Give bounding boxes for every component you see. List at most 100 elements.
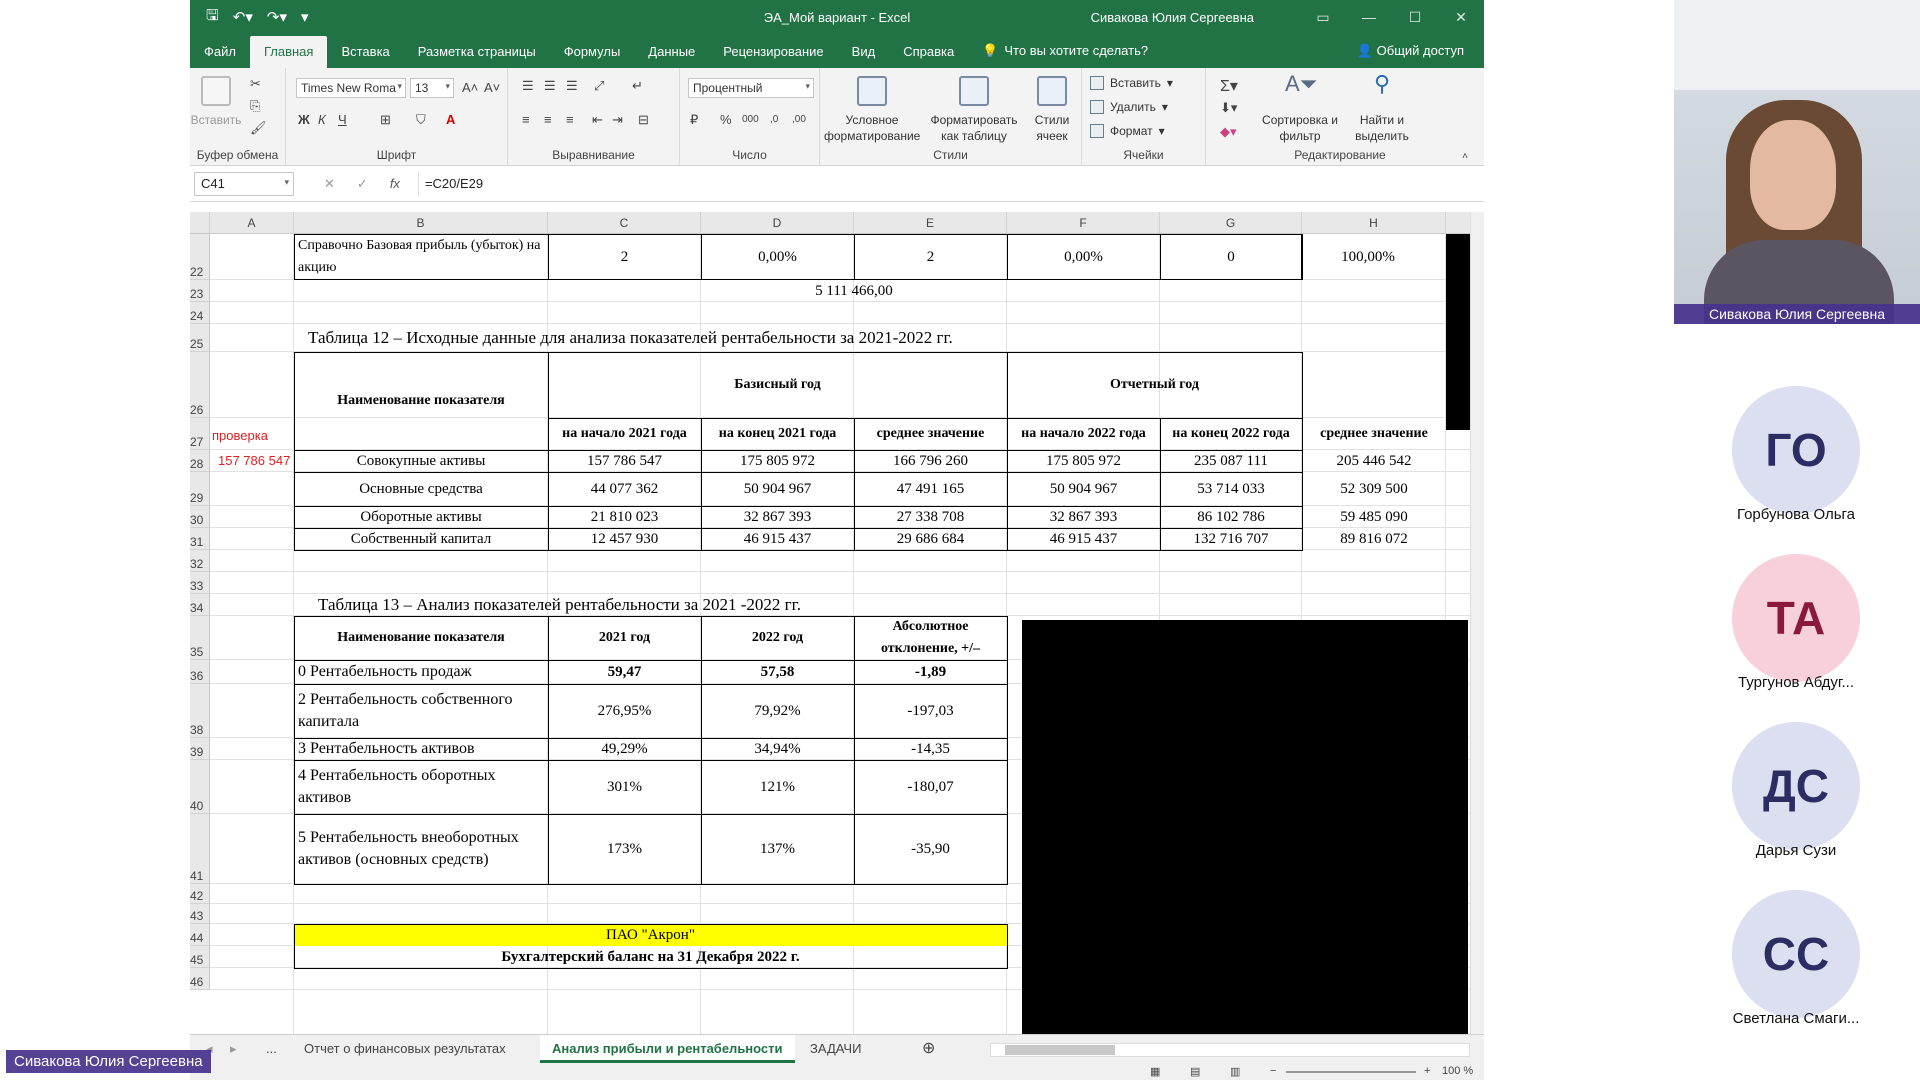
page-break-view-icon[interactable]: ▥: [1230, 1065, 1240, 1078]
redo-icon[interactable]: ↷▾: [267, 8, 287, 26]
avatar-participant-2[interactable]: ТА: [1732, 554, 1860, 682]
ribbon-display-icon[interactable]: ▭: [1300, 9, 1346, 26]
row-header-35[interactable]: 35: [190, 616, 210, 660]
paste-button[interactable]: Вставить: [190, 76, 242, 128]
table12-subheader-4[interactable]: на начало 2022 года: [1011, 418, 1156, 450]
name-box[interactable]: C41 ▾: [194, 171, 294, 196]
table12-cell[interactable]: 12 457 930: [548, 528, 701, 550]
cell-f22[interactable]: 0,00%: [1007, 234, 1160, 280]
bold-icon[interactable]: Ж: [298, 112, 310, 127]
table13-cell[interactable]: 301%: [548, 760, 701, 814]
avatar-participant-4[interactable]: СС: [1732, 890, 1860, 1018]
table12-header-name[interactable]: Наименование показателя: [294, 352, 548, 450]
align-middle-icon[interactable]: ☰: [544, 78, 556, 94]
table13-header-3[interactable]: 2022 год: [701, 616, 854, 660]
tab-view[interactable]: Вид: [838, 44, 890, 68]
row-header-27[interactable]: 27: [190, 418, 210, 450]
column-header-f[interactable]: F: [1007, 212, 1160, 234]
row-header-30[interactable]: 30: [190, 506, 210, 528]
wrap-text-icon[interactable]: ↵: [632, 78, 643, 94]
cut-icon[interactable]: ✂: [250, 76, 261, 92]
table13-cell[interactable]: -197,03: [854, 684, 1007, 738]
horizontal-scrollbar[interactable]: [990, 1043, 1470, 1057]
table12-row-name[interactable]: Основные средства: [294, 472, 548, 506]
table13-cell[interactable]: 79,92%: [701, 684, 854, 738]
table12-cell[interactable]: 86 102 786: [1160, 506, 1302, 528]
comma-style-icon[interactable]: 000: [742, 114, 759, 125]
format-cells-button[interactable]: Формат ▾: [1090, 124, 1165, 138]
align-top-icon[interactable]: ☰: [522, 78, 534, 94]
tab-insert[interactable]: Вставка: [327, 44, 403, 68]
row-header-28[interactable]: 28: [190, 450, 210, 472]
row-header-45[interactable]: 45: [190, 946, 210, 968]
column-header-e[interactable]: E: [854, 212, 1007, 234]
table13-cell[interactable]: 34,94%: [701, 738, 854, 760]
table13-row-name[interactable]: 4 Рентабельность оборотных активов: [294, 760, 548, 814]
row-header-41[interactable]: 41: [190, 814, 210, 884]
cell-g22[interactable]: 0: [1160, 234, 1302, 280]
worksheet-grid[interactable]: A B C D E F G H 22 23 24 25 26 27 28 29 30 31 32 33 34 35 36 38…: [190, 212, 1484, 1034]
table12-subheader-6[interactable]: среднее значение: [1306, 418, 1442, 450]
row-header-42[interactable]: 42: [190, 884, 210, 904]
format-as-table-button[interactable]: Форматировать как таблицу: [924, 76, 1024, 144]
tab-page-layout[interactable]: Разметка страницы: [404, 44, 550, 68]
increase-indent-icon[interactable]: ⇥: [612, 112, 623, 128]
minimize-icon[interactable]: —: [1346, 9, 1392, 25]
horizontal-scroll-thumb[interactable]: [1005, 1045, 1115, 1055]
column-header-c[interactable]: C: [548, 212, 701, 234]
row-header-33[interactable]: 33: [190, 572, 210, 594]
fill-icon[interactable]: ⬇▾: [1220, 100, 1237, 116]
decrease-font-icon[interactable]: A˅: [484, 80, 500, 95]
table12-row-name[interactable]: Собственный капитал: [294, 528, 548, 550]
confirm-entry-icon[interactable]: ✓: [357, 176, 368, 192]
font-name-combo[interactable]: Times New Roma ▾: [296, 78, 406, 98]
table13-cell[interactable]: 57,58: [701, 660, 854, 684]
save-icon[interactable]: 🖫: [206, 5, 219, 30]
align-right-icon[interactable]: ≡: [566, 112, 574, 127]
cell-e22[interactable]: 2: [854, 234, 1007, 280]
row-header-29[interactable]: 29: [190, 472, 210, 506]
row-header-24[interactable]: 24: [190, 302, 210, 324]
currency-icon[interactable]: ₽: [690, 112, 698, 128]
cell-e23[interactable]: 5 111 466,00: [701, 280, 1007, 302]
column-header-h[interactable]: H: [1302, 212, 1446, 234]
table13-cell[interactable]: 59,47: [548, 660, 701, 684]
table12-cell[interactable]: 175 805 972: [701, 450, 854, 472]
table13-header-2[interactable]: 2021 год: [548, 616, 701, 660]
format-painter-icon[interactable]: 🖌: [250, 120, 267, 136]
table13-row-name[interactable]: 0 Рентабельность продаж: [294, 660, 548, 684]
table12-cell[interactable]: 29 686 684: [854, 528, 1007, 550]
vertical-scrollbar[interactable]: [1470, 212, 1484, 1034]
increase-font-icon[interactable]: A˄: [462, 80, 478, 95]
row-header-43[interactable]: 43: [190, 904, 210, 924]
share-button[interactable]: 👤 Общий доступ: [1357, 43, 1464, 59]
table13-cell[interactable]: -1,89: [854, 660, 1007, 684]
zoom-in-icon[interactable]: +: [1424, 1065, 1430, 1077]
table13-header-4[interactable]: Абсолютное отклонение, +/–: [854, 616, 1007, 660]
autosum-icon[interactable]: Σ▾: [1220, 76, 1238, 96]
insert-function-icon[interactable]: fx: [390, 176, 400, 192]
table12-title[interactable]: Таблица 12 – Исходные данные для анализа…: [304, 324, 1302, 352]
row-header-46[interactable]: 46: [190, 968, 210, 990]
table12-cell[interactable]: 21 810 023: [548, 506, 701, 528]
increase-decimal-icon[interactable]: ,0: [770, 114, 778, 125]
table12-header-base-year[interactable]: Базисный год: [548, 352, 1007, 418]
delete-cells-button[interactable]: Удалить ▾: [1090, 100, 1168, 114]
column-header-g[interactable]: G: [1160, 212, 1302, 234]
zoom-slider[interactable]: [1286, 1071, 1416, 1073]
table12-cell[interactable]: 32 867 393: [701, 506, 854, 528]
cell-c22[interactable]: 2: [548, 234, 701, 280]
customize-qat-icon[interactable]: ▾: [301, 8, 309, 26]
clear-icon[interactable]: ◆▾: [1220, 124, 1237, 140]
align-left-icon[interactable]: ≡: [522, 112, 530, 127]
table13-row-name[interactable]: 3 Рентабельность активов: [294, 738, 548, 760]
table12-cell[interactable]: 50 904 967: [1007, 472, 1160, 506]
fill-color-icon[interactable]: ⛉: [416, 112, 426, 128]
table12-cell[interactable]: 59 485 090: [1302, 506, 1446, 528]
sheet-tab-financial-results[interactable]: Отчет о финансовых результатах: [292, 1035, 518, 1063]
table12-cell[interactable]: 46 915 437: [1007, 528, 1160, 550]
align-bottom-icon[interactable]: ☰: [566, 78, 578, 94]
borders-icon[interactable]: ⊞: [380, 112, 391, 128]
row-header-25[interactable]: 25: [190, 324, 210, 352]
table12-subheader-5[interactable]: на конец 2022 года: [1164, 418, 1298, 450]
